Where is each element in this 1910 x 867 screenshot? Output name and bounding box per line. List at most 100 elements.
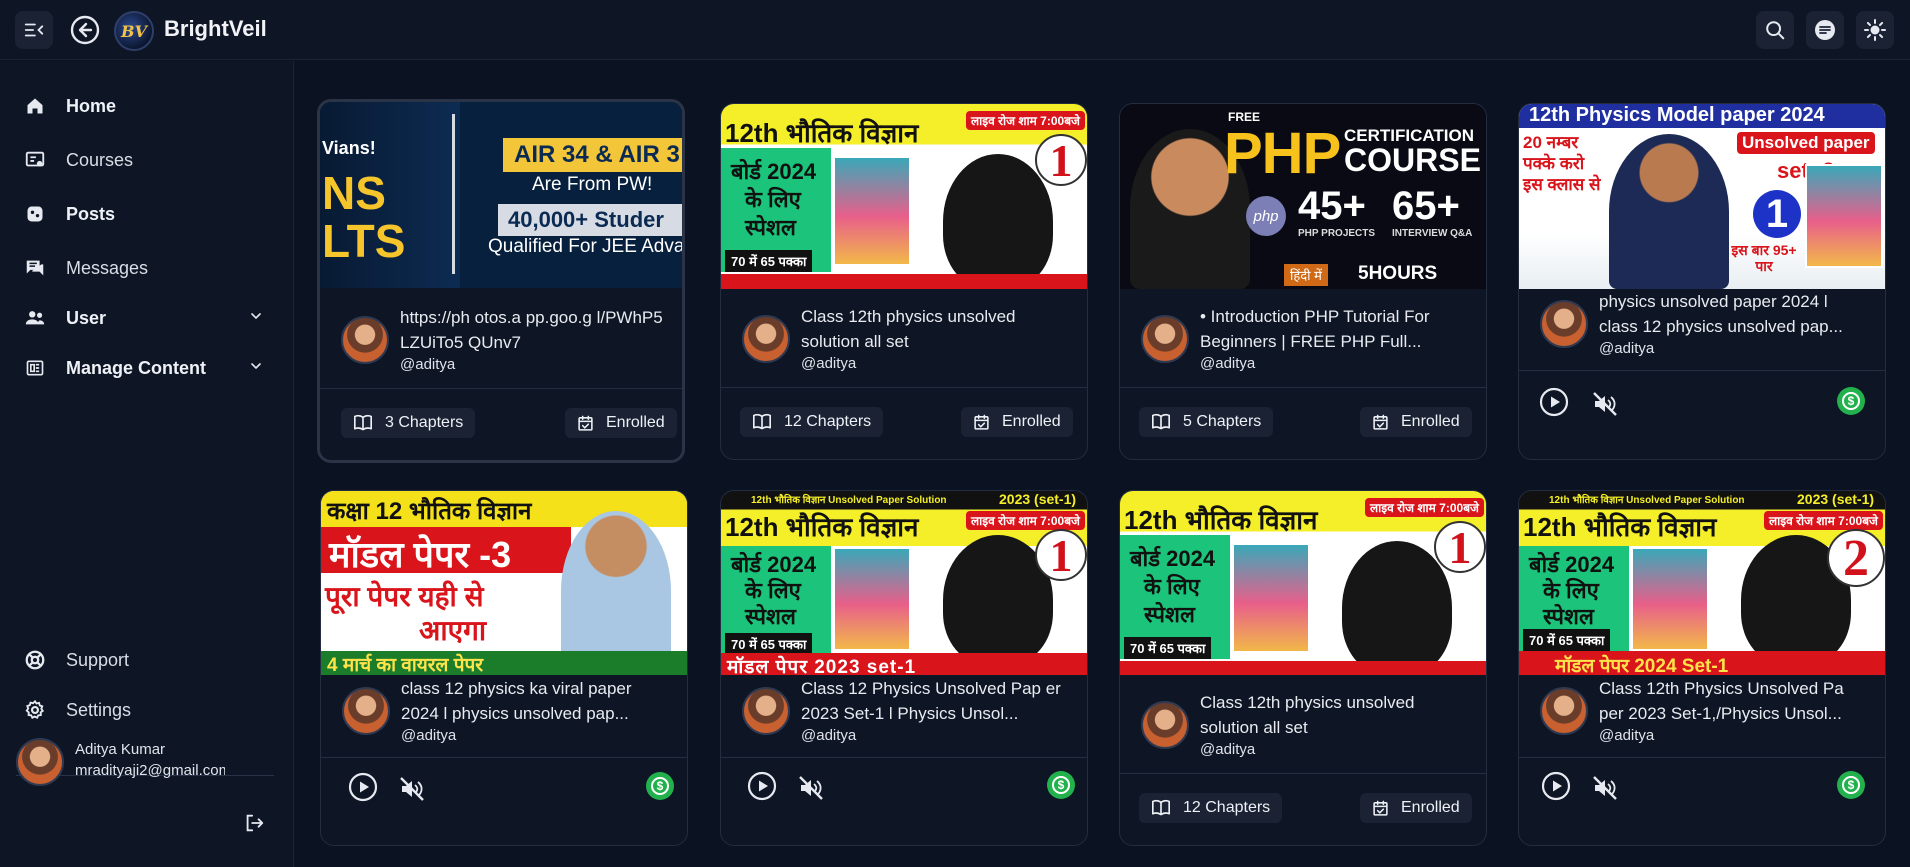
sidebar-item-label: Support <box>66 649 130 670</box>
avatar[interactable] <box>1540 687 1588 735</box>
enrolled-badge: Enrolled <box>1360 793 1472 823</box>
chapters-label: 3 Chapters <box>385 414 464 431</box>
thumb-text: Qualified For JEE Adva <box>488 236 682 257</box>
thumb-text: 2023 (set-1) <box>1797 491 1875 507</box>
brand-name[interactable]: BrightVeil <box>164 16 267 42</box>
course-card[interactable]: 12th भौतिक विज्ञान Unsolved Paper Soluti… <box>720 490 1088 846</box>
author-handle[interactable]: @aditya <box>801 727 856 744</box>
play-icon[interactable] <box>1538 386 1570 418</box>
course-card[interactable]: 12th Physics Model paper 2024 20 नम्बर प… <box>1518 103 1886 460</box>
course-card[interactable]: कक्षा 12 भौतिक विज्ञान मॉडल पेपर -3 पूरा… <box>320 490 688 846</box>
course-title[interactable]: Class 12 Physics Unsolved Pap er 2023 Se… <box>801 676 1066 726</box>
course-title[interactable]: physics unsolved paper 2024 l class 12 p… <box>1599 289 1864 339</box>
avatar[interactable] <box>342 687 390 735</box>
course-thumbnail[interactable]: 12th भौतिक विज्ञान लाइव रोज शाम 7:00बजे … <box>721 104 1087 289</box>
course-card[interactable]: 12th भौतिक विज्ञान Unsolved Paper Soluti… <box>1518 490 1886 846</box>
course-title[interactable]: class 12 physics ka viral paper 2024 l p… <box>401 676 666 726</box>
mute-icon[interactable] <box>398 775 426 803</box>
paid-icon[interactable]: $ <box>1837 387 1865 415</box>
avatar[interactable] <box>742 687 790 735</box>
thumb-text: 65+ <box>1392 184 1460 228</box>
author-handle[interactable]: @aditya <box>1200 355 1255 372</box>
book-icon <box>1151 799 1171 817</box>
course-card[interactable]: FREE PHP CERTIFICATION COURSE php 45+ PH… <box>1119 103 1487 460</box>
card-divider <box>721 387 1087 388</box>
course-card[interactable]: 12th भौतिक विज्ञान लाइव रोज शाम 7:00बजे … <box>720 103 1088 460</box>
courses-icon <box>24 149 46 171</box>
sidebar-item-settings[interactable]: Settings <box>24 692 264 728</box>
course-title[interactable]: Class 12th Physics Unsolved Pa per 2023 … <box>1599 676 1864 726</box>
avatar[interactable] <box>16 738 64 786</box>
search-icon[interactable] <box>1756 11 1794 49</box>
chapters-label: 12 Chapters <box>1183 799 1271 816</box>
avatar[interactable] <box>341 316 389 364</box>
avatar[interactable] <box>1141 315 1189 363</box>
sidebar-item-manage-content[interactable]: Manage Content <box>24 350 264 386</box>
author-handle[interactable]: @aditya <box>400 356 455 373</box>
chat-icon[interactable] <box>1806 11 1844 49</box>
brand-logo[interactable]: BV <box>114 11 154 51</box>
sidebar-item-messages[interactable]: Messages <box>24 250 264 286</box>
paid-icon[interactable]: $ <box>646 772 674 800</box>
course-title[interactable]: • Introduction PHP Tutorial For Beginner… <box>1200 304 1465 354</box>
course-title[interactable]: Class 12th physics unsolved solution all… <box>1200 690 1465 740</box>
sidebar-item-support[interactable]: Support <box>24 642 264 678</box>
thumb-text: 12th भौतिक विज्ञान <box>1523 512 1717 542</box>
paid-icon[interactable]: $ <box>1047 771 1075 799</box>
home-icon <box>24 95 46 117</box>
author-handle[interactable]: @aditya <box>1200 741 1255 758</box>
play-icon[interactable] <box>746 770 778 802</box>
author-handle[interactable]: @aditya <box>1599 340 1654 357</box>
book-icon <box>752 413 772 431</box>
back-arrow-icon[interactable] <box>66 11 104 49</box>
messages-icon <box>24 257 46 279</box>
thumb-text: बोर्ड 2024 <box>731 159 817 184</box>
course-thumbnail[interactable]: 12th भौतिक विज्ञान Unsolved Paper Soluti… <box>1519 491 1885 675</box>
author-handle[interactable]: @aditya <box>1599 727 1654 744</box>
course-thumbnail[interactable]: FREE PHP CERTIFICATION COURSE php 45+ PH… <box>1120 104 1486 289</box>
thumb-text: स्पेशल <box>745 215 796 240</box>
logout-icon[interactable] <box>243 812 265 839</box>
play-icon[interactable] <box>347 771 379 803</box>
sidebar-item-home[interactable]: Home <box>24 88 264 124</box>
course-thumbnail[interactable]: 12th भौतिक विज्ञान Unsolved Paper Soluti… <box>721 491 1087 675</box>
avatar[interactable] <box>1540 300 1588 348</box>
thumb-text: पूरा पेपर यही से <box>325 581 484 612</box>
course-title[interactable]: Class 12th physics unsolved solution all… <box>801 304 1066 354</box>
thumb-text: NS <box>322 167 386 219</box>
author-handle[interactable]: @aditya <box>801 355 856 372</box>
course-title[interactable]: https://ph otos.a pp.goo.g l/PWhP5 LZUiT… <box>400 305 665 355</box>
thumb-number: 1 <box>1035 529 1087 581</box>
chapters-badge: 3 Chapters <box>341 408 476 438</box>
course-thumbnail[interactable]: कक्षा 12 भौतिक विज्ञान मॉडल पेपर -3 पूरा… <box>321 491 687 675</box>
thumb-text: हिंदी में <box>1284 264 1328 286</box>
sidebar-item-posts[interactable]: Posts <box>24 196 264 232</box>
paid-icon[interactable]: $ <box>1837 771 1865 799</box>
card-divider <box>320 388 682 389</box>
mute-icon[interactable] <box>1591 774 1619 802</box>
course-thumbnail[interactable]: 12th भौतिक विज्ञान लाइव रोज शाम 7:00बजे … <box>1120 491 1486 675</box>
course-thumbnail[interactable]: Vians! NS LTS AIR 34 & AIR 3 Are From PW… <box>320 102 682 288</box>
chevron-down-icon[interactable] <box>248 308 264 329</box>
course-thumbnail[interactable]: 12th Physics Model paper 2024 20 नम्बर प… <box>1519 104 1885 289</box>
course-card[interactable]: 12th भौतिक विज्ञान लाइव रोज शाम 7:00बजे … <box>1119 490 1487 846</box>
sun-icon[interactable] <box>1856 11 1894 49</box>
chapters-label: 5 Chapters <box>1183 413 1262 430</box>
profile-name: Aditya Kumar <box>75 741 166 758</box>
course-card[interactable]: Vians! NS LTS AIR 34 & AIR 3 Are From PW… <box>317 99 685 463</box>
mute-icon[interactable] <box>1591 390 1619 418</box>
thumb-text: आएगा <box>419 615 487 646</box>
chapters-badge: 12 Chapters <box>740 407 884 437</box>
collapse-menu-icon[interactable] <box>15 11 53 49</box>
sidebar-item-courses[interactable]: Courses <box>24 142 264 178</box>
sidebar-item-user[interactable]: User <box>24 300 264 336</box>
play-icon[interactable] <box>1540 770 1572 802</box>
chevron-down-icon[interactable] <box>248 358 264 379</box>
avatar[interactable] <box>1141 701 1189 749</box>
thumb-number: 2 <box>1827 529 1885 587</box>
avatar[interactable] <box>742 315 790 363</box>
mute-icon[interactable] <box>797 774 825 802</box>
chapters-badge: 12 Chapters <box>1139 793 1283 823</box>
thumb-text: 2023 (set-1) <box>999 491 1077 507</box>
author-handle[interactable]: @aditya <box>401 727 456 744</box>
